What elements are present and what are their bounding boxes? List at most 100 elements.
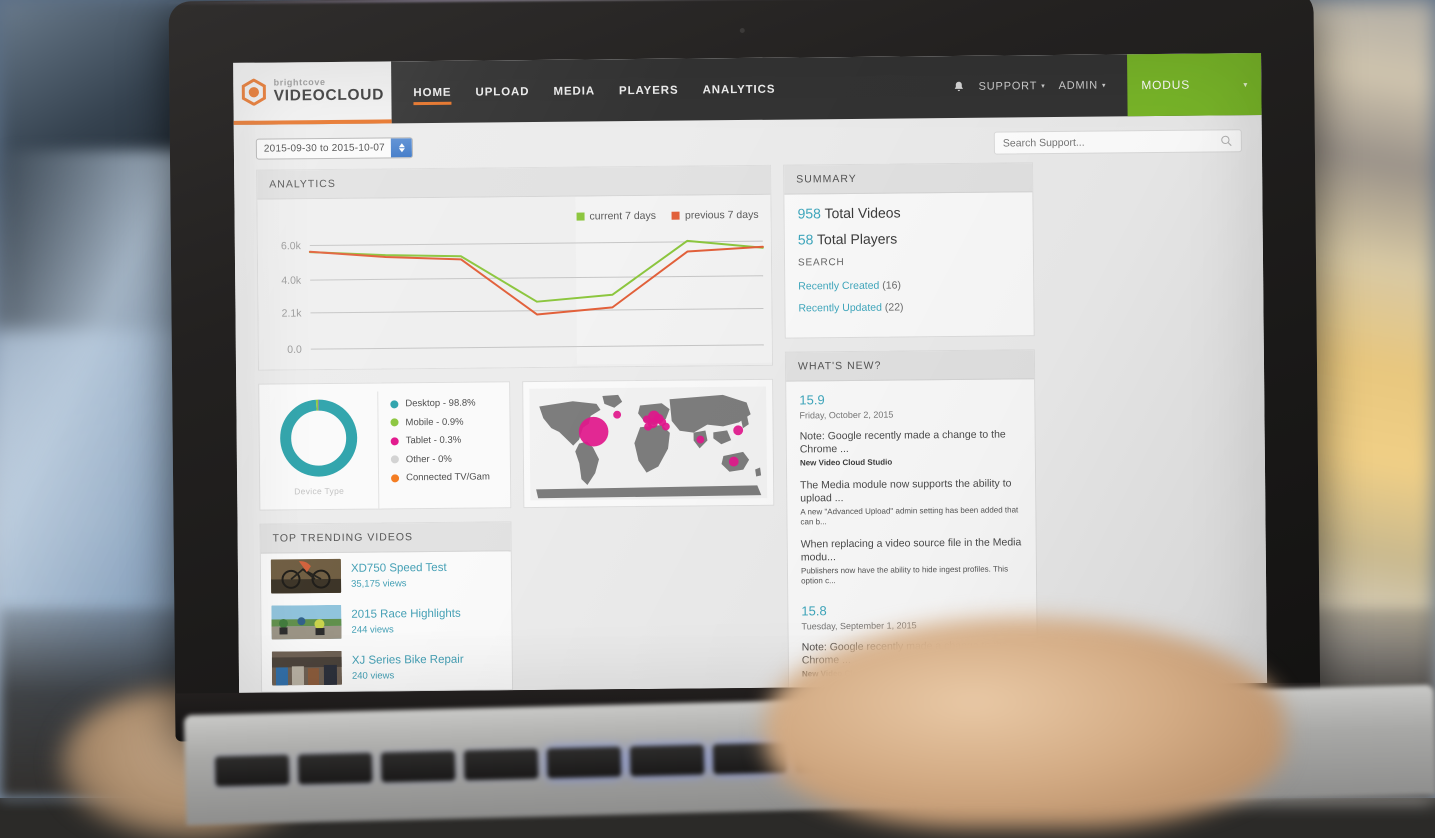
summary-search-heading: SEARCH — [797, 257, 845, 269]
release-entry-sub: New Video Cloud Studio — [799, 457, 893, 468]
video-title[interactable]: 2015 Race Highlights — [351, 608, 460, 622]
list-item[interactable]: 2015 Race Highlights 244 views — [261, 597, 511, 645]
geography-map-panel — [522, 378, 775, 509]
device-dot-other — [390, 455, 399, 464]
device-dot-tablet — [390, 436, 399, 445]
device-type-panel: Device Type Desktop - 98.8% Mobile - 0.9… — [258, 381, 512, 511]
device-label-connected-tv: Connected TV/Gam — [406, 471, 490, 484]
trending-panel-title: TOP TRENDING VIDEOS — [260, 522, 511, 554]
brand-name-bottom: VIDEOCLOUD — [273, 86, 385, 105]
date-range-value: 2015-09-30 to 2015-10-07 — [263, 142, 385, 155]
chevron-down-icon: ▾ — [1101, 82, 1107, 90]
brand-logo[interactable]: brightcove VIDEOCLOUD — [233, 61, 392, 125]
videocloud-app: brightcove VIDEOCLOUD HOME UPLOAD MEDIA … — [233, 53, 1268, 693]
nav-right-group: SUPPORT ▾ ADMIN ▾ MODUS ▾ — [952, 53, 1262, 118]
recently-updated-count: (22) — [884, 301, 904, 314]
date-range-stepper[interactable] — [390, 138, 412, 158]
release-entry[interactable]: Note: Google recently made a change to t… — [800, 428, 1022, 469]
video-views: 240 views — [351, 669, 395, 682]
support-menu-label: SUPPORT — [978, 80, 1038, 93]
device-legend-item-mobile[interactable]: Mobile - 0.9% — [390, 416, 509, 428]
video-views: 244 views — [351, 623, 394, 636]
svg-text:0.0: 0.0 — [287, 344, 302, 356]
legend-swatch-previous — [671, 211, 681, 220]
account-switcher[interactable]: MODUS ▾ — [1127, 53, 1262, 117]
release-15-9: 15.9 Friday, October 2, 2015 Note: Googl… — [799, 390, 1023, 587]
device-dot-mobile — [390, 418, 399, 427]
device-type-donut-chart — [280, 399, 358, 477]
main-content: ANALYTICS current 7 days previous 7 days — [234, 160, 1267, 693]
recently-created-count: (16) — [882, 279, 902, 292]
recently-created-label: Recently Created — [798, 279, 880, 293]
admin-menu[interactable]: ADMIN ▾ — [1058, 80, 1106, 92]
svg-text:4.0k: 4.0k — [281, 275, 302, 287]
video-thumbnail[interactable] — [271, 604, 342, 640]
video-thumbnail[interactable] — [271, 650, 343, 686]
search-icon[interactable] — [1220, 134, 1233, 147]
analytics-panel: ANALYTICS current 7 days previous 7 days — [256, 164, 773, 371]
legend-item-current[interactable]: current 7 days — [576, 210, 656, 223]
nav-item-players[interactable]: PLAYERS — [619, 64, 679, 116]
summary-body: 958 Total Videos 58 Total Players SEARCH… — [784, 192, 1033, 337]
notification-bell-icon[interactable] — [953, 80, 966, 94]
nav-item-analytics[interactable]: ANALYTICS — [702, 63, 775, 115]
release-version[interactable]: 15.8 — [801, 601, 1023, 618]
nav-item-media[interactable]: MEDIA — [553, 65, 595, 116]
search-input[interactable] — [1002, 135, 1203, 150]
recently-created-link[interactable]: Recently Created (16) — [798, 278, 1020, 292]
release-entry-title[interactable]: When replacing a video source file in th… — [801, 536, 1023, 564]
total-videos-stat: 958 Total Videos — [797, 203, 1019, 221]
left-column: ANALYTICS current 7 days previous 7 days — [256, 164, 777, 693]
release-version[interactable]: 15.9 — [799, 390, 1021, 407]
analytics-chart-area: current 7 days previous 7 days 0.0 2.1k 4.… — [257, 194, 772, 370]
nav-item-home[interactable]: HOME — [413, 66, 452, 117]
list-item[interactable]: XD750 Speed Test 35,175 views — [261, 551, 511, 599]
legend-item-previous[interactable]: previous 7 days — [671, 209, 759, 222]
top-trending-videos-panel: TOP TRENDING VIDEOS XD750 Speed Test 35,… — [259, 521, 514, 693]
video-title[interactable]: XJ Series Bike Repair — [352, 654, 464, 668]
summary-panel: SUMMARY 958 Total Videos 58 Total Player… — [783, 162, 1035, 339]
device-legend-item-connected-tv[interactable]: Connected TV/Gam — [391, 471, 510, 483]
webcam — [739, 27, 745, 34]
chevron-down-icon: ▾ — [1243, 79, 1248, 89]
stepper-up-icon — [398, 143, 405, 148]
chart-legend: current 7 days previous 7 days — [576, 209, 759, 223]
keyboard-key — [297, 752, 373, 785]
release-date: Friday, October 2, 2015 — [799, 409, 894, 421]
right-column: SUMMARY 958 Total Videos 58 Total Player… — [783, 162, 1040, 693]
stepper-down-icon — [398, 148, 405, 153]
release-entry-title[interactable]: The Media module now supports the abilit… — [800, 477, 1022, 505]
video-title[interactable]: XD750 Speed Test — [351, 562, 447, 576]
device-label-tablet: Tablet - 0.3% — [405, 434, 462, 447]
release-entry[interactable]: The Media module now supports the abilit… — [800, 477, 1022, 528]
account-name-label: MODUS — [1141, 77, 1191, 93]
legend-swatch-current — [576, 212, 585, 221]
thumbnail-art-repair — [271, 650, 343, 686]
recently-updated-label: Recently Updated — [798, 301, 882, 315]
video-views: 35,175 views — [351, 577, 407, 590]
device-legend-item-desktop[interactable]: Desktop - 98.8% — [390, 397, 509, 409]
keyboard-key — [546, 746, 622, 779]
total-videos-count: 958 — [797, 205, 821, 222]
date-range-picker[interactable]: 2015-09-30 to 2015-10-07 — [255, 137, 413, 160]
keyboard-key — [463, 748, 539, 781]
nav-item-upload[interactable]: UPLOAD — [475, 66, 529, 118]
summary-panel-title: SUMMARY — [784, 163, 1033, 195]
total-players-stat: 58 Total Players — [797, 229, 1020, 248]
release-entry[interactable]: When replacing a video source file in th… — [801, 536, 1023, 587]
list-item[interactable]: XJ Series Bike Repair 240 views — [262, 643, 512, 691]
video-thumbnail[interactable] — [270, 558, 342, 594]
support-menu[interactable]: SUPPORT ▾ — [979, 80, 1046, 93]
device-label-desktop: Desktop - 98.8% — [405, 397, 476, 410]
support-search-box[interactable] — [993, 129, 1242, 155]
recently-updated-link[interactable]: Recently Updated (22) — [798, 300, 1020, 314]
chevron-down-icon: ▾ — [1041, 83, 1046, 91]
total-videos-label: Total Videos — [824, 204, 901, 222]
release-entry-title[interactable]: Note: Google recently made a change to t… — [800, 428, 1022, 456]
device-legend-item-tablet[interactable]: Tablet - 0.3% — [390, 434, 510, 447]
whats-new-panel-title: WHAT'S NEW? — [785, 350, 1035, 382]
total-players-count: 58 — [797, 231, 814, 248]
release-entry-sub: Publishers now have the ability to hide … — [800, 564, 1009, 586]
svg-text:2.1k: 2.1k — [282, 307, 303, 319]
device-legend-item-other[interactable]: Other - 0% — [390, 453, 510, 465]
